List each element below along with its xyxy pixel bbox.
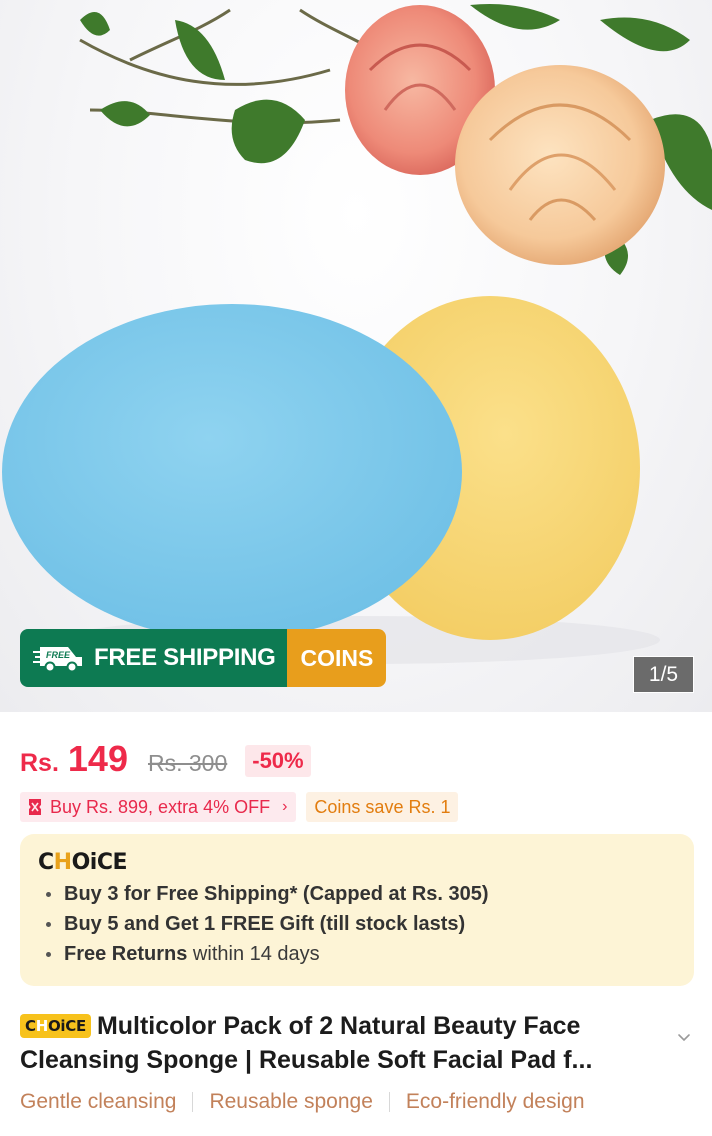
- choice-benefits-card[interactable]: C H OiCE Buy 3 for Free Shipping* (Capped …: [20, 834, 694, 986]
- feature-tags: Gentle cleansing Reusable sponge Eco-fri…: [20, 1090, 585, 1114]
- benefit-free-gift: Buy 5 and Get 1 FREE Gift (till stock la…: [38, 909, 676, 939]
- chevron-right-icon: ›: [282, 798, 288, 815]
- tag-eco-friendly: Eco-friendly design: [405, 1090, 585, 1113]
- rose-peach: [455, 65, 665, 265]
- price-row: Rs. 149 Rs. 300 -50%: [20, 738, 311, 780]
- tag-divider: [192, 1092, 194, 1112]
- image-counter: 1/5: [633, 656, 694, 693]
- coins-offer-chip[interactable]: Coins save Rs. 1: [306, 792, 459, 822]
- tag-divider: [388, 1092, 390, 1112]
- price-original: Rs. 300: [147, 750, 228, 776]
- price-current: 149: [67, 738, 128, 779]
- benefit-free-returns: Free Returns within 14 days: [38, 939, 676, 969]
- discount-badge: -50%: [245, 745, 311, 777]
- product-title[interactable]: C H OiCE Multicolor Pack of 2 Natural Beaut…: [20, 1009, 670, 1077]
- product-title-line-1: C H OiCE Multicolor Pack of 2 Natural Beaut…: [20, 1009, 670, 1043]
- product-title-line-2: Cleansing Sponge | Reusable Soft Facial …: [20, 1046, 593, 1074]
- choice-logo: C H OiCE: [38, 849, 128, 875]
- tag-reusable-sponge: Reusable sponge: [209, 1090, 373, 1113]
- product-image-gallery[interactable]: FREE FREE SHIPPING COINS 1/5: [0, 0, 712, 712]
- bundle-offer-chip[interactable]: Buy Rs. 899, extra 4% OFF ›: [20, 792, 297, 822]
- free-shipping-segment: FREE FREE SHIPPING: [20, 629, 288, 687]
- chevron-down-icon[interactable]: [676, 1030, 692, 1046]
- benefit-free-shipping: Buy 3 for Free Shipping* (Capped at Rs. …: [38, 879, 676, 909]
- price-currency: Rs.: [20, 749, 59, 777]
- coins-label: COINS: [287, 629, 387, 687]
- free-shipping-label: FREE SHIPPING: [94, 644, 276, 671]
- choice-badge: C H OiCE: [20, 1014, 91, 1038]
- promo-row: Buy Rs. 899, extra 4% OFF › Coins save R…: [20, 792, 459, 822]
- truck-icon: FREE: [33, 647, 82, 673]
- truck-free-text: FREE: [46, 650, 71, 660]
- choice-benefits-list: Buy 3 for Free Shipping* (Capped at Rs. …: [38, 879, 676, 969]
- product-photo: [2, 4, 712, 664]
- free-shipping-banner: FREE FREE SHIPPING COINS: [20, 629, 387, 687]
- tag-gentle-cleansing: Gentle cleansing: [20, 1090, 177, 1113]
- bundle-offer-text: Buy Rs. 899, extra 4% OFF: [50, 796, 271, 817]
- sponge-blue: [2, 304, 462, 640]
- ticket-icon: [29, 799, 41, 815]
